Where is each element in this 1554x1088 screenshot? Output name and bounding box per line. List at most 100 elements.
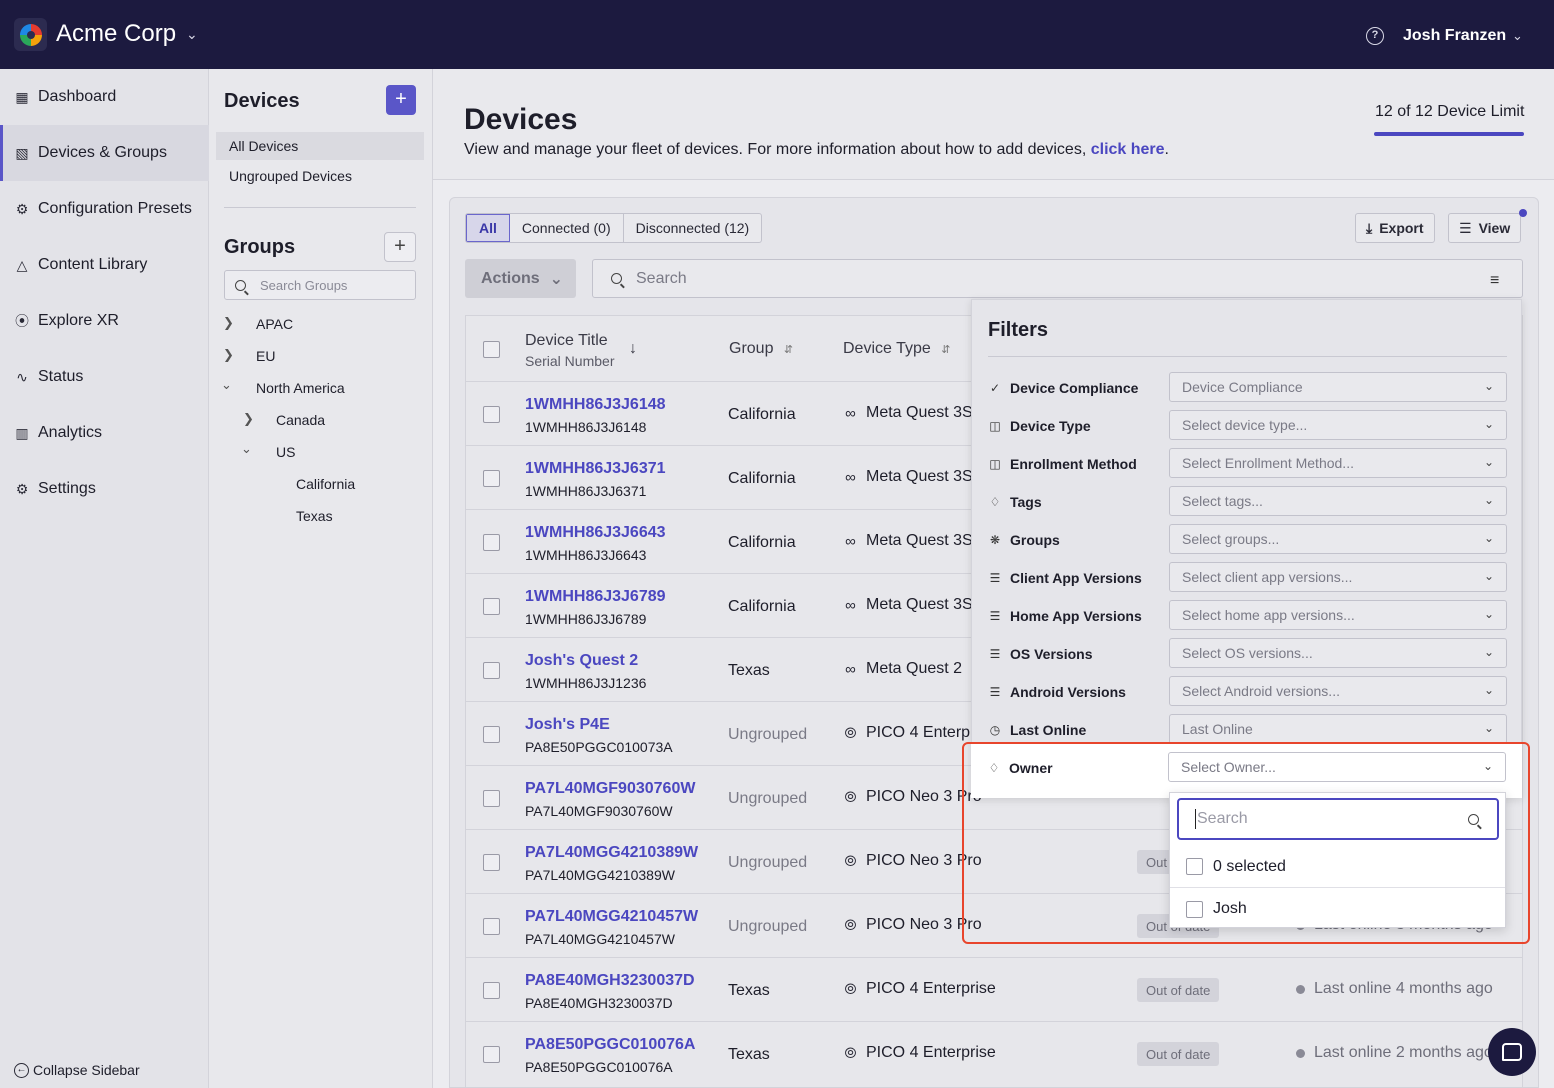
device-search-input[interactable]: Search <box>592 259 1523 298</box>
chevron-right-icon[interactable]: ❯ <box>223 315 234 331</box>
add-device-button[interactable]: + <box>386 85 416 115</box>
filter-label-text: Groups <box>1010 532 1060 548</box>
owner-select-all-label: 0 selected <box>1213 857 1286 875</box>
org-name[interactable]: Acme Corp <box>56 20 176 48</box>
filter-label-last-online: ◷ Last Online <box>988 722 1086 738</box>
select-all-checkbox[interactable] <box>483 341 500 358</box>
sidebar-item-devices-groups[interactable]: ▧ Devices & Groups <box>0 125 209 181</box>
filter-select-tags[interactable]: Select tags... ⌄ <box>1169 486 1507 516</box>
divider <box>988 356 1507 357</box>
sidebar-item-label: Status <box>38 368 84 385</box>
filter-toggle-icon[interactable]: ≡ <box>1490 272 1499 290</box>
owner-search-input[interactable]: Search <box>1177 798 1499 840</box>
row-checkbox[interactable] <box>483 982 500 999</box>
row-checkbox[interactable] <box>483 726 500 743</box>
sidebar-item-configuration-presets[interactable]: ⚙ Configuration Presets <box>0 181 209 237</box>
user-menu-name[interactable]: Josh Franzen <box>1403 27 1506 45</box>
device-title-link[interactable]: 1WMHH86J3J6371 <box>525 460 666 478</box>
owner-select-all-option[interactable]: 0 selected <box>1170 846 1505 888</box>
add-group-button[interactable]: + <box>384 232 416 262</box>
sidebar-item-settings[interactable]: ⚙ Settings <box>0 461 209 517</box>
row-checkbox[interactable] <box>483 598 500 615</box>
tree-item-north-america[interactable]: North America <box>256 375 345 401</box>
sort-arrow-down-icon[interactable]: ↓ <box>629 340 637 358</box>
sidebar-item-dashboard[interactable]: ▦ Dashboard <box>0 69 209 125</box>
device-title-link[interactable]: 1WMHH86J3J6643 <box>525 524 666 542</box>
filter-select-device-type[interactable]: Select device type... ⌄ <box>1169 410 1507 440</box>
row-checkbox[interactable] <box>483 534 500 551</box>
device-title-link[interactable]: PA7L40MGF9030760W <box>525 780 695 798</box>
meta-logo-icon: ∞ <box>845 660 856 678</box>
column-header-device-type[interactable]: Device Type ⇵ <box>843 340 950 358</box>
sidebar-item-explore-xr[interactable]: ⦿ Explore XR <box>0 293 209 349</box>
filter-select-device-compliance[interactable]: Device Compliance ⌄ <box>1169 372 1507 402</box>
chevron-down-icon[interactable]: ⌄ <box>1512 28 1523 44</box>
chevron-right-icon[interactable]: ❯ <box>223 347 234 363</box>
device-title-link[interactable]: Josh's Quest 2 <box>525 652 638 670</box>
collapse-sidebar-button[interactable]: ← Collapse Sidebar <box>14 1062 140 1078</box>
column-header-device-title[interactable]: Device Title Serial Number <box>525 332 614 369</box>
tree-item-apac[interactable]: APAC <box>256 311 293 337</box>
device-title-link[interactable]: 1WMHH86J3J6789 <box>525 588 666 606</box>
filter-select-home-app-versions[interactable]: Select home app versions... ⌄ <box>1169 600 1507 630</box>
filter-label-text: Last Online <box>1010 722 1087 738</box>
device-title-link[interactable]: PA8E50PGGC010076A <box>525 1036 695 1054</box>
row-checkbox[interactable] <box>483 854 500 871</box>
actions-dropdown[interactable]: Actions ⌄ <box>465 259 576 298</box>
column-header-group[interactable]: Group ⇵ <box>729 340 793 358</box>
filter-select-android-versions[interactable]: Select Android versions... ⌄ <box>1169 676 1507 706</box>
filter-select-last-online[interactable]: Last Online ⌄ <box>1169 714 1507 744</box>
chat-support-button[interactable] <box>1488 1028 1536 1076</box>
click-here-link[interactable]: click here <box>1091 141 1165 158</box>
sidebar-item-label: Devices & Groups <box>38 144 167 161</box>
device-title-link[interactable]: PA7L40MGG4210389W <box>525 844 698 862</box>
chevron-down-icon[interactable]: ⌄ <box>241 441 252 457</box>
row-checkbox[interactable] <box>483 470 500 487</box>
help-icon[interactable]: ? <box>1366 27 1384 45</box>
device-title-link[interactable]: PA8E40MGH3230037D <box>525 972 695 990</box>
tab-disconnected[interactable]: Disconnected (12) <box>624 214 762 242</box>
device-title-link[interactable]: 1WMHH86J3J6148 <box>525 396 666 414</box>
row-checkbox[interactable] <box>483 662 500 679</box>
sidebar-item-content-library[interactable]: △ Content Library <box>0 237 209 293</box>
panel-item-ungrouped-devices[interactable]: Ungrouped Devices <box>216 162 424 190</box>
owner-option-josh[interactable]: Josh <box>1170 888 1505 930</box>
tree-item-california[interactable]: California <box>296 471 355 497</box>
row-checkbox[interactable] <box>483 790 500 807</box>
description-period: . <box>1164 141 1169 158</box>
tab-connected[interactable]: Connected (0) <box>510 214 624 242</box>
filter-select-client-app-versions[interactable]: Select client app versions... ⌄ <box>1169 562 1507 592</box>
table-row[interactable]: PA8E50PGGC010076A PA8E50PGGC010076A Texa… <box>466 1021 1522 1085</box>
org-logo-icon[interactable] <box>14 18 47 51</box>
groups-search-input[interactable]: Search Groups <box>224 270 416 300</box>
row-checkbox[interactable] <box>483 406 500 423</box>
table-row[interactable]: PA8E40MGH3230037D PA8E40MGH3230037D Texa… <box>466 957 1522 1021</box>
tree-item-texas[interactable]: Texas <box>296 503 333 529</box>
filter-select-enrollment-method[interactable]: Select Enrollment Method... ⌄ <box>1169 448 1507 478</box>
checkbox[interactable] <box>1186 900 1203 918</box>
tree-item-us[interactable]: US <box>276 439 295 465</box>
checkbox[interactable] <box>1186 858 1203 875</box>
panel-item-all-devices[interactable]: All Devices <box>216 132 424 160</box>
filter-select-owner[interactable]: Select Owner... ⌄ <box>1168 752 1506 782</box>
chevron-down-icon[interactable]: ⌄ <box>221 377 232 393</box>
chevron-down-icon[interactable]: ⌄ <box>186 26 198 43</box>
view-button[interactable]: ☰ View <box>1448 213 1522 243</box>
filter-select-groups[interactable]: Select groups... ⌄ <box>1169 524 1507 554</box>
owner-option-label: Josh <box>1213 900 1247 917</box>
row-checkbox[interactable] <box>483 1046 500 1063</box>
row-checkbox[interactable] <box>483 918 500 935</box>
sidebar-item-status[interactable]: ∿ Status <box>0 349 209 405</box>
export-button[interactable]: ⤓ Export <box>1355 213 1435 243</box>
tree-item-eu[interactable]: EU <box>256 343 275 369</box>
device-title-link[interactable]: PA7L40MGG4210457W <box>525 908 698 926</box>
tab-all[interactable]: All <box>466 214 510 242</box>
tree-item-canada[interactable]: Canada <box>276 407 325 433</box>
device-title-link[interactable]: Josh's P4E <box>525 716 610 734</box>
filter-select-os-versions[interactable]: Select OS versions... ⌄ <box>1169 638 1507 668</box>
chevron-right-icon[interactable]: ❯ <box>243 411 254 427</box>
sidebar-item-analytics[interactable]: ▥ Analytics <box>0 405 209 461</box>
device-serial: 1WMHH86J3J6371 <box>525 483 647 499</box>
device-type-label: Meta Quest 3S <box>866 532 973 549</box>
device-serial: PA7L40MGG4210457W <box>525 931 675 947</box>
